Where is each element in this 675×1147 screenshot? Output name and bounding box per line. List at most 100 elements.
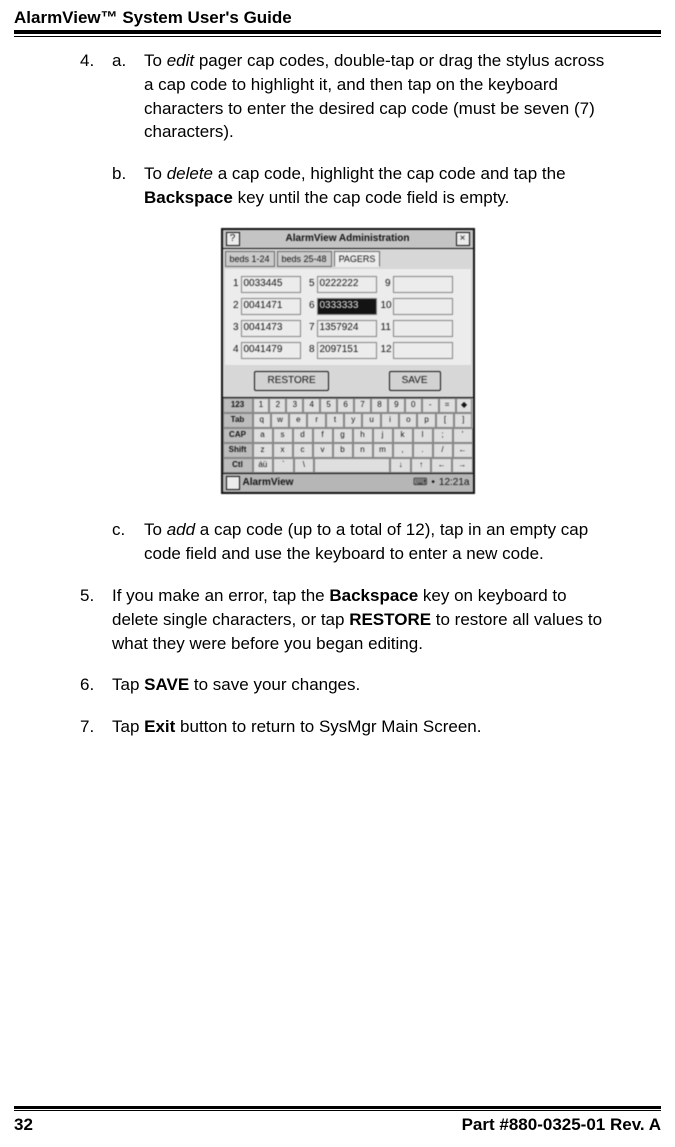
text: To	[144, 51, 167, 70]
text: If you make an error, tap the	[112, 586, 329, 605]
on-screen-keyboard[interactable]: 123 1 2 3 4 5 6 7 8 9 0 - = ◆	[223, 397, 473, 473]
device-screenshot: ? AlarmView Administration × beds 1-24 b…	[221, 228, 475, 495]
taskbar-app-name[interactable]: AlarmView	[243, 476, 294, 490]
kbd-mode-123[interactable]: 123	[223, 398, 253, 413]
restore-button[interactable]: RESTORE	[254, 371, 328, 391]
cell-index: 3	[229, 321, 239, 335]
kbd-tab[interactable]: Tab	[223, 413, 253, 428]
table-row: 1 0033445 5 0222222 9	[229, 273, 467, 295]
kbd-key[interactable]: 4	[303, 398, 320, 413]
kbd-key[interactable]: '	[453, 428, 473, 443]
kbd-key[interactable]: l	[413, 428, 433, 443]
step-number-empty	[80, 518, 112, 566]
kbd-key[interactable]: s	[273, 428, 293, 443]
kbd-key[interactable]: v	[313, 443, 333, 458]
step-number: 4.	[80, 49, 112, 144]
save-button[interactable]: SAVE	[389, 371, 441, 391]
help-icon[interactable]: ?	[226, 232, 240, 246]
step-6-text: Tap SAVE to save your changes.	[112, 673, 615, 697]
kbd-key[interactable]: =	[439, 398, 456, 413]
kbd-key[interactable]: `	[273, 458, 294, 473]
capcode-field-selected[interactable]: 0333333	[317, 298, 377, 315]
kbd-key[interactable]: y	[344, 413, 362, 428]
kbd-key[interactable]: h	[353, 428, 373, 443]
capcode-field[interactable]: 0033445	[241, 276, 301, 293]
kbd-key[interactable]: m	[373, 443, 393, 458]
step-5: 5. If you make an error, tap the Backspa…	[80, 584, 615, 655]
kbd-key[interactable]: .	[413, 443, 433, 458]
kbd-arrow-down-icon[interactable]: ↓	[390, 458, 411, 473]
capcode-field[interactable]	[393, 298, 453, 315]
kbd-key[interactable]: w	[271, 413, 289, 428]
capcode-field[interactable]	[393, 342, 453, 359]
start-icon[interactable]	[226, 476, 240, 490]
kbd-key[interactable]: t	[326, 413, 344, 428]
kbd-key[interactable]: 3	[286, 398, 303, 413]
kbd-key[interactable]: e	[289, 413, 307, 428]
tab-beds-1-24[interactable]: beds 1-24	[225, 251, 275, 268]
kbd-key[interactable]: j	[373, 428, 393, 443]
cell-index: 11	[381, 321, 391, 335]
kbd-key[interactable]: i	[381, 413, 399, 428]
kbd-key[interactable]: 5	[320, 398, 337, 413]
capcode-field[interactable]	[393, 320, 453, 337]
kbd-key[interactable]: ,	[393, 443, 413, 458]
kbd-key[interactable]: [	[436, 413, 454, 428]
tab-beds-25-48[interactable]: beds 25-48	[277, 251, 332, 268]
page-footer: 32 Part #880-0325-01 Rev. A	[14, 1106, 661, 1135]
kbd-key[interactable]: u	[362, 413, 380, 428]
kbd-key[interactable]: \	[294, 458, 315, 473]
kbd-arrow-left-icon[interactable]: ←	[431, 458, 452, 473]
kbd-key[interactable]: d	[293, 428, 313, 443]
kbd-key[interactable]: 0	[405, 398, 422, 413]
text-italic: delete	[167, 164, 213, 183]
capcode-field[interactable]: 2097151	[317, 342, 377, 359]
kbd-key[interactable]: 6	[337, 398, 354, 413]
text: button to return to SysMgr Main Screen.	[175, 717, 481, 736]
kbd-key[interactable]: g	[333, 428, 353, 443]
capcode-field[interactable]	[393, 276, 453, 293]
kbd-key[interactable]: a	[253, 428, 273, 443]
kbd-arrow-right-icon[interactable]: →	[452, 458, 473, 473]
kbd-key[interactable]: r	[307, 413, 325, 428]
kbd-arrow-up-icon[interactable]: ↑	[411, 458, 432, 473]
keyboard-tray-icon[interactable]: ⌨	[413, 476, 427, 490]
kbd-key[interactable]: k	[393, 428, 413, 443]
kbd-key[interactable]: o	[399, 413, 417, 428]
kbd-key[interactable]: b	[333, 443, 353, 458]
text-bold: Backspace	[144, 188, 233, 207]
capcode-field[interactable]: 0222222	[317, 276, 377, 293]
kbd-key[interactable]: q	[253, 413, 271, 428]
kbd-key[interactable]: 2	[269, 398, 286, 413]
kbd-key[interactable]: ;	[433, 428, 453, 443]
capcode-field[interactable]: 1357924	[317, 320, 377, 337]
tab-pagers[interactable]: PAGERS	[334, 251, 381, 268]
kbd-key[interactable]: ]	[454, 413, 472, 428]
kbd-key[interactable]: p	[417, 413, 435, 428]
kbd-cap[interactable]: CAP	[223, 428, 253, 443]
capcode-field[interactable]: 0041473	[241, 320, 301, 337]
capcode-field[interactable]: 0041479	[241, 342, 301, 359]
kbd-key[interactable]: -	[422, 398, 439, 413]
kbd-key[interactable]: z	[253, 443, 273, 458]
close-icon[interactable]: ×	[456, 232, 470, 246]
kbd-key[interactable]: c	[293, 443, 313, 458]
capcode-field[interactable]: 0041471	[241, 298, 301, 315]
kbd-key[interactable]: 1	[253, 398, 270, 413]
kbd-key[interactable]: n	[353, 443, 373, 458]
step-number-empty	[80, 162, 112, 210]
kbd-key[interactable]: 9	[388, 398, 405, 413]
kbd-key[interactable]: f	[313, 428, 333, 443]
kbd-shift[interactable]: Shift	[223, 443, 253, 458]
kbd-space[interactable]	[314, 458, 390, 473]
kbd-key[interactable]: áü	[253, 458, 274, 473]
kbd-backspace[interactable]: ←	[453, 443, 473, 458]
kbd-key[interactable]: 7	[354, 398, 371, 413]
kbd-key[interactable]: x	[273, 443, 293, 458]
kbd-ctl[interactable]: Ctl	[223, 458, 253, 473]
cell-index: 5	[305, 277, 315, 291]
kbd-key[interactable]: 8	[371, 398, 388, 413]
step-4a-text: To edit pager cap codes, double-tap or d…	[144, 49, 615, 144]
kbd-key[interactable]: /	[433, 443, 453, 458]
kbd-key[interactable]: ◆	[456, 398, 473, 413]
